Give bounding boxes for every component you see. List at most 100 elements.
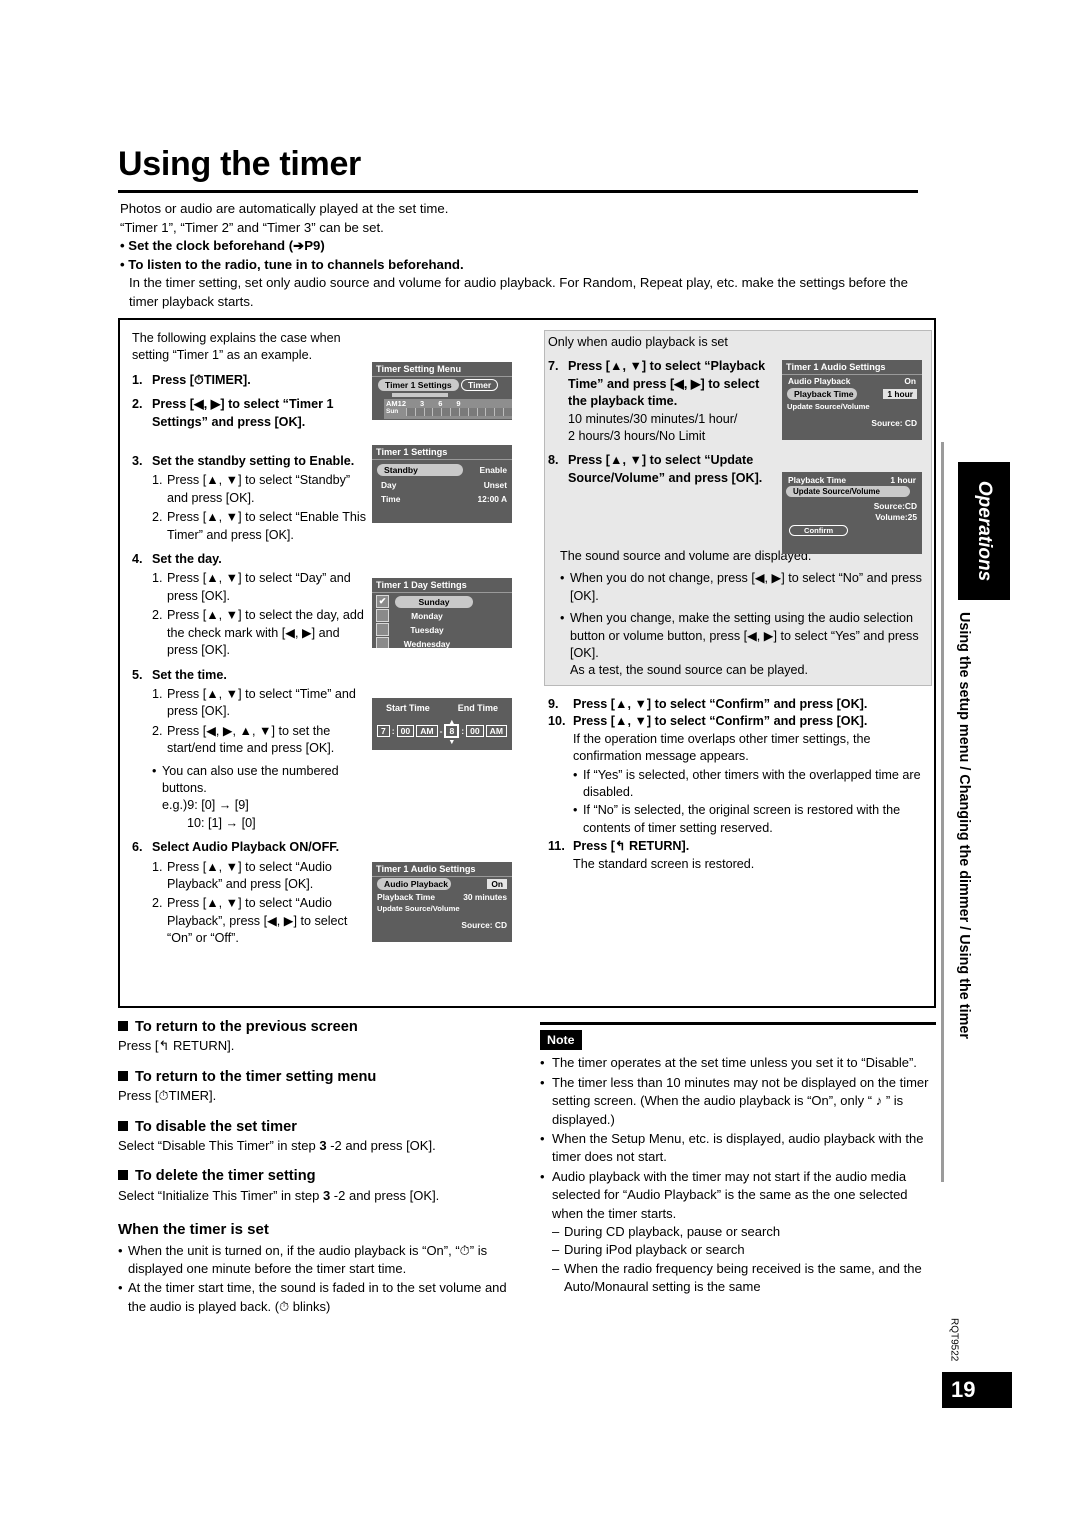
square-bullet-icon — [118, 1070, 128, 1081]
day-row-wednesday[interactable]: Wednesday — [372, 637, 512, 648]
heading-return-previous: To return to the previous screen — [118, 1018, 518, 1036]
row-label: Playback Time — [788, 475, 847, 485]
screen-timer-1-audio-settings-right: Timer 1 Audio Settings Audio Playback On… — [782, 360, 922, 440]
tab-timer-1-settings[interactable]: Timer 1 Settings — [378, 379, 459, 391]
bullet-glyph: • — [540, 1074, 545, 1090]
heading-delete-timer: To delete the timer setting — [118, 1167, 518, 1185]
audio-row-update-source[interactable]: Update Source/Volume — [782, 401, 922, 412]
note-bullet-4-text: Audio playback with the timer may not st… — [552, 1168, 908, 1221]
audio-row-playback[interactable]: Audio Playback On — [782, 375, 922, 387]
breadcrumb-text: Using the setup menu / Changing the dimm… — [956, 612, 972, 1039]
step-2: 2. Press [◀, ▶] to select “Timer 1 Setti… — [132, 396, 372, 431]
intro-line-2: “Timer 1”, “Timer 2” and “Timer 3” can b… — [120, 219, 384, 235]
step-4-1-text: Press [▲, ▼] to select “Day” and press [… — [167, 571, 351, 603]
colon-1: : — [391, 726, 395, 736]
dash-glyph: – — [552, 1242, 560, 1258]
checkbox-monday[interactable] — [376, 609, 389, 622]
step-3-1: 1. Press [▲, ▼] to select “Standby” and … — [132, 472, 372, 507]
day-row-sunday[interactable]: ✔ Sunday — [372, 593, 512, 609]
day-label: Sunday — [395, 595, 473, 608]
step-6-2-text: Press [▲, ▼] to select “Audio Playback”,… — [167, 896, 348, 946]
down-arrow-icon[interactable]: ▼ — [448, 739, 455, 746]
page-title: Using the timer — [118, 145, 361, 183]
text-part-c: -2 and press [OK]. — [326, 1138, 436, 1154]
step-5-1: 1. Press [▲, ▼] to select “Time” and pre… — [132, 686, 372, 721]
row-label: Audio Playback — [788, 376, 851, 386]
end-minute-field[interactable]: 00 — [466, 725, 484, 737]
settings-row-standby[interactable]: Standby Enable — [372, 460, 512, 478]
step-3-1-text: Press [▲, ▼] to select “Standby” and pre… — [167, 473, 351, 505]
timer-schedule-grid: AM12 3 6 9 Sun — [384, 399, 512, 419]
intro-bullet-2: • To listen to the radio, tune in to cha… — [120, 256, 464, 272]
step-3-2: 2. Press [▲, ▼] to select “Enable This T… — [132, 509, 372, 544]
bullet-glyph: • — [540, 1131, 545, 1147]
step-6-number: 6. — [132, 840, 143, 855]
tab-timer-2-settings[interactable]: Timer — [461, 379, 499, 391]
confirm-row: Confirm — [782, 522, 922, 536]
step-5-text: Set the time. — [152, 667, 227, 682]
step-8-text: Press [▲, ▼] to select “Update Source/Vo… — [568, 453, 763, 485]
note-dash-3-text: When the radio frequency being received … — [564, 1260, 922, 1295]
row-label: Time — [381, 494, 401, 504]
day-row-tuesday[interactable]: Tuesday — [372, 623, 512, 637]
step-11-text: Press [↰ RETURN]. — [573, 839, 690, 854]
settings-row-day[interactable]: Day Unset — [372, 478, 512, 492]
start-hour-field[interactable]: 7 — [376, 725, 390, 737]
checkbox-tuesday[interactable] — [376, 623, 389, 636]
end-ampm-field[interactable]: AM — [485, 725, 508, 737]
start-minute-field[interactable]: 00 — [396, 725, 415, 737]
step-9-number: 9. — [548, 697, 559, 711]
step-10-description: If the operation time overlaps other tim… — [573, 731, 871, 764]
step-4-2-number: 2. — [152, 608, 163, 623]
step-reference: 3 — [319, 1138, 327, 1154]
step-10-number: 10. — [548, 714, 566, 729]
section-tab-operations: Operations — [958, 462, 1010, 600]
grid-cells — [406, 408, 512, 416]
audio-source-status: Source: CD — [871, 418, 917, 428]
update-row-source-volume[interactable]: Update Source/Volume — [782, 486, 922, 497]
note-dash-2: – During iPod playback or search — [540, 1241, 936, 1259]
title-divider — [118, 190, 918, 193]
end-time-label: End Time — [457, 703, 499, 713]
screen-timer-1-day-settings: Timer 1 Day Settings ✔ Sunday Monday Tue… — [372, 578, 512, 648]
heading-when-timer-set: When the timer is set — [118, 1221, 269, 1239]
end-hour-field[interactable]: 8 — [444, 724, 460, 738]
breadcrumb: Using the setup menu / Changing the dimm… — [953, 612, 975, 1172]
when-set-bullet-1: • When the unit is turned on, if the aud… — [118, 1242, 518, 1279]
audio-row-playback-time[interactable]: Playback Time 1 hour — [782, 387, 922, 401]
text-part-c: -2 and press [OK]. — [330, 1187, 440, 1203]
text-part-a: Select “Disable This Timer” in step — [118, 1138, 320, 1154]
start-ampm-field[interactable]: AM — [416, 725, 438, 737]
colon-2: : — [461, 726, 465, 736]
step-7-text: Press [▲, ▼] to select “Playback Time” a… — [568, 359, 766, 409]
confirm-button[interactable]: Confirm — [789, 525, 849, 536]
update-row-playback-time[interactable]: Playback Time 1 hour — [782, 472, 922, 486]
audio-row-playback-time[interactable]: Playback Time 30 minutes — [372, 891, 512, 903]
heading-text: To disable the set timer — [135, 1118, 297, 1135]
procedure-right-column-lower: 9. Press [▲, ▼] to select “Confirm” and … — [548, 696, 928, 873]
audio-row-playback[interactable]: Audio Playback On — [372, 877, 512, 891]
heading-text: To return to the timer setting menu — [135, 1068, 377, 1085]
day-label: Tuesday — [410, 624, 444, 635]
bullet-glyph: • — [118, 1280, 123, 1296]
text-return-timer-menu: Press [⏱TIMER]. — [118, 1088, 217, 1104]
day-row-monday[interactable]: Monday — [372, 609, 512, 623]
step-4-number: 4. — [132, 552, 143, 567]
screen-update-source-volume: Playback Time 1 hour Update Source/Volum… — [782, 472, 922, 554]
grid-day-row: Sun — [384, 408, 512, 416]
checkbox-wednesday[interactable] — [376, 637, 389, 648]
when-set-bullet-2: • At the timer start time, the sound is … — [118, 1279, 518, 1316]
step-8-bullet-2-extra: As a test, the sound source can be playe… — [570, 663, 809, 678]
step-10-bullet-2: • If “No” is selected, the original scre… — [548, 802, 928, 837]
day-label: Wednesday — [403, 638, 451, 649]
step-11-description: The standard screen is restored. — [573, 856, 755, 871]
note-dash-1: – During CD playback, pause or search — [540, 1223, 936, 1241]
bullet-glyph: • — [573, 767, 578, 782]
heading-return-timer-menu: To return to the timer setting menu — [118, 1068, 518, 1086]
settings-row-time[interactable]: Time 12:00 A — [372, 492, 512, 506]
step-4-1-number: 1. — [152, 571, 163, 586]
screen-title: Timer 1 Audio Settings — [782, 360, 922, 375]
checkbox-sunday[interactable]: ✔ — [376, 595, 389, 608]
intro-line-1: Photos or audio are automatically played… — [120, 201, 449, 216]
audio-row-update-source[interactable]: Update Source/Volume — [372, 903, 512, 914]
